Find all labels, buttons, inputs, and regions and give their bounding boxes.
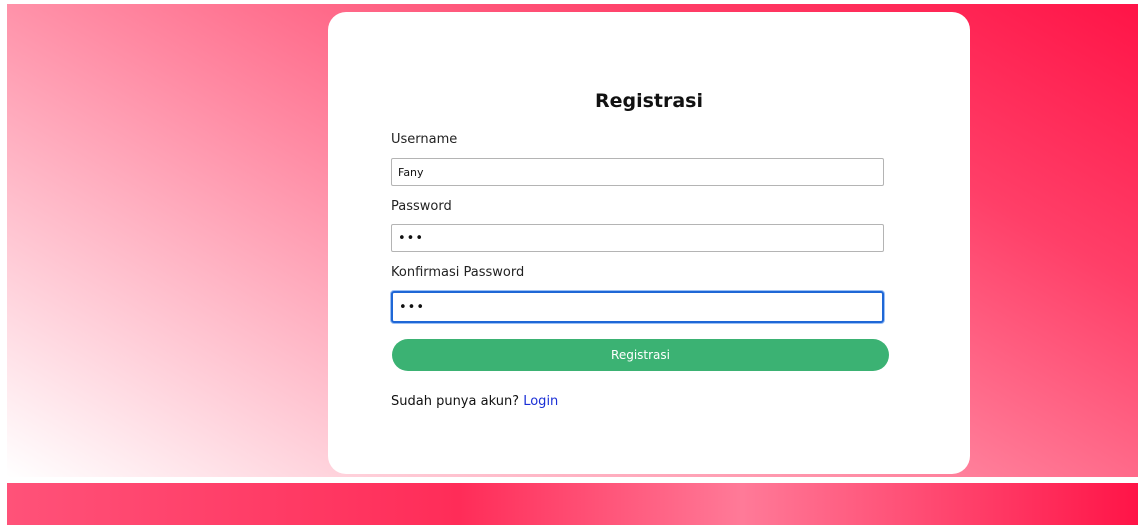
password-input[interactable] <box>391 224 884 252</box>
username-label: Username <box>391 132 458 147</box>
login-prompt: Sudah punya akun? Login <box>391 394 558 409</box>
username-input[interactable] <box>391 158 884 186</box>
login-prompt-text: Sudah punya akun? <box>391 394 520 409</box>
login-link[interactable]: Login <box>523 394 558 409</box>
registration-card: Registrasi Username Password Konfirmasi … <box>328 12 970 474</box>
register-button[interactable]: Registrasi <box>392 339 889 371</box>
bottom-band <box>7 483 1138 525</box>
password-label: Password <box>391 199 452 214</box>
form-title: Registrasi <box>594 90 704 112</box>
confirm-password-label: Konfirmasi Password <box>391 265 525 280</box>
confirm-password-input[interactable] <box>391 291 884 323</box>
